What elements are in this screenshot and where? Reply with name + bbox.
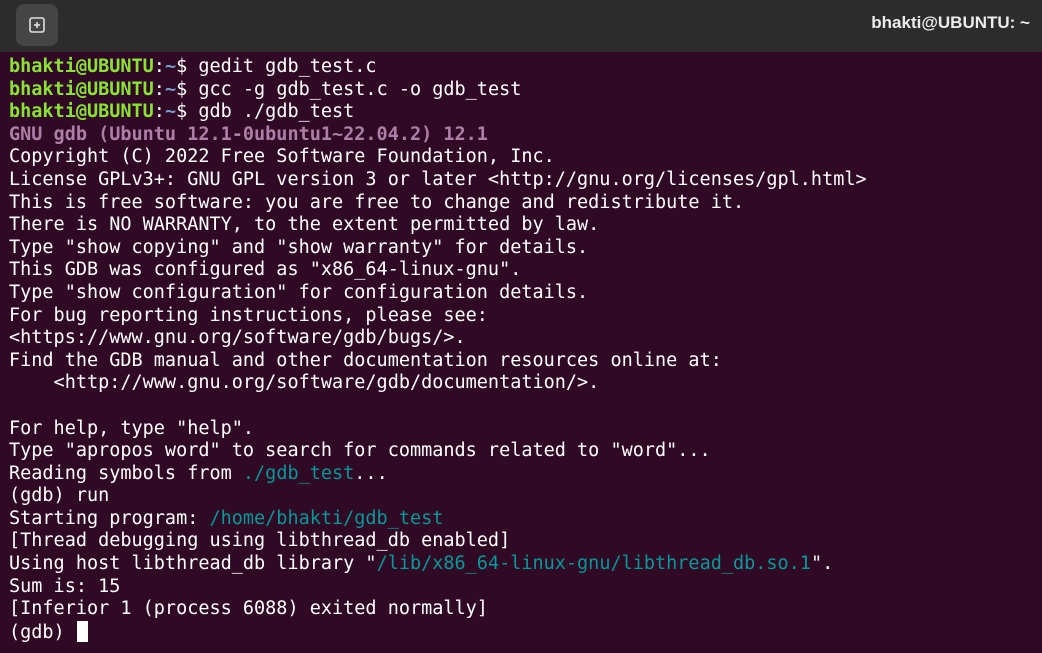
banner-line: Type "apropos word" to search for comman… [9,440,711,462]
banner-line: Copyright (C) 2022 Free Software Foundat… [9,146,555,168]
prompt-user-host: bhakti@UBUNTU [9,101,154,123]
using-host-line: Using host libthread_db library "/lib/x8… [9,553,1039,576]
prompt-symbol: $ [176,56,199,77]
prompt-user-host: bhakti@UBUNTU [9,78,154,100]
banner-line: License GPLv3+: GNU GPL version 3 or lat… [9,168,867,190]
window-title: bhakti@UBUNTU: ~ [871,13,1030,32]
terminal-output[interactable]: bhakti@UBUNTU:~$ gedit gdb_test.c bhakti… [9,56,1039,653]
prompt-symbol: $ [176,101,199,123]
prompt-symbol: $ [176,78,199,100]
prompt-path: ~ [164,101,177,123]
reading-symbols-path: ./gdb_test [242,462,355,484]
banner-line: Type "show configuration" for configurat… [9,281,589,303]
banner-line: For bug reporting instructions, please s… [9,304,488,326]
prompt-colon: : [153,56,165,77]
banner-line: <https://www.gnu.org/software/gdb/bugs/>… [9,327,466,349]
gdb-prompt: (gdb) [9,621,76,643]
banner-line [9,395,1039,418]
using-host-suffix: ". [810,553,834,575]
command-line: bhakti@UBUNTU:~$ gedit gdb_test.c [9,56,1039,79]
text-cursor [76,620,88,642]
prompt-colon: : [153,78,165,100]
new-tab-button[interactable] [16,4,58,46]
prompt-path: ~ [164,78,177,100]
sum-output-line: Sum is: 15 [9,575,121,597]
command-text: gdb ./gdb_test [198,101,355,123]
command-line: bhakti@UBUNTU:~$ gdb ./gdb_test [9,101,1039,124]
reading-symbols-suffix: ... [354,462,388,484]
prompt-path: ~ [164,56,177,77]
banner-line: This is free software: you are free to c… [9,191,745,213]
command-text: gedit gdb_test.c [198,56,377,77]
banner-line: <http://www.gnu.org/software/gdb/documen… [9,372,600,394]
starting-program-line: Starting program: /home/bhakti/gdb_test [9,508,1039,531]
title-bar: bhakti@UBUNTU: ~ [0,0,1042,52]
reading-symbols-line: Reading symbols from ./gdb_test... [9,463,1039,486]
banner-line: Find the GDB manual and other documentat… [9,349,722,371]
banner-line: Type "show copying" and "show warranty" … [9,236,589,258]
gdb-run-line: (gdb) run [9,485,110,507]
using-host-path: /lib/x86_64-linux-gnu/libthread_db.so.1 [376,553,811,575]
prompt-colon: : [153,101,165,123]
starting-program-prefix: Starting program: [9,507,210,529]
banner-line: There is NO WARRANTY, to the extent perm… [9,214,600,236]
using-host-prefix: Using host libthread_db library " [9,553,377,575]
banner-line: This GDB was configured as "x86_64-linux… [9,259,522,281]
prompt-user-host: bhakti@UBUNTU [9,56,154,77]
inferior-exit-line: [Inferior 1 (process 6088) exited normal… [9,598,488,620]
gdb-prompt-line[interactable]: (gdb) [9,620,1039,644]
command-line: bhakti@UBUNTU:~$ gcc -g gdb_test.c -o gd… [9,79,1039,102]
terminal-window: bhakti@UBUNTU: ~ bhakti@UBUNTU:~$ gedit … [0,0,1042,653]
gdb-version-line: GNU gdb (Ubuntu 12.1-0ubuntu1~22.04.2) 1… [9,123,488,145]
reading-symbols-prefix: Reading symbols from [9,462,243,484]
new-tab-icon [29,17,45,33]
starting-program-path: /home/bhakti/gdb_test [209,507,444,529]
thread-debug-line: [Thread debugging using libthread_db ena… [9,530,511,552]
command-text: gcc -g gdb_test.c -o gdb_test [198,78,522,100]
banner-line: For help, type "help". [9,417,255,439]
